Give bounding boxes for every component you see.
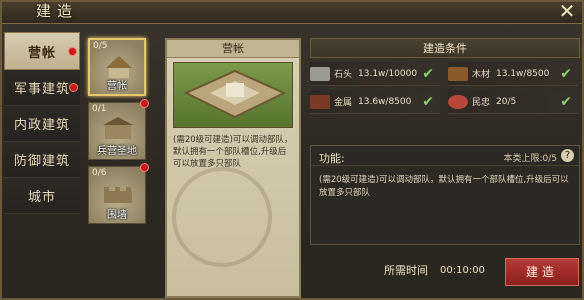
function-panel: 功能: 本类上限:0/5 ? (需20级可建造)可以调动部队，默认拥有一个部队槽… — [310, 145, 580, 245]
condition-value: 13.1w/8500 — [496, 68, 550, 79]
nav-item-camp[interactable]: 营帐 — [4, 32, 80, 70]
function-label: 功能: — [319, 152, 345, 165]
category-nav: 营帐 军事建筑 内政建筑 防御建筑 城市 — [4, 32, 80, 300]
wall-building-icon — [104, 187, 132, 203]
condition-value: 13.6w/8500 — [358, 96, 412, 107]
building-list: 0/5 营帐 0/1 兵营圣地 0/6 围墙 — [88, 38, 152, 230]
nav-item-label: 城市 — [27, 190, 56, 205]
time-label: 所需时间 — [384, 264, 428, 277]
close-button[interactable]: ✕ — [556, 0, 578, 22]
condition-label: 木材 — [472, 70, 491, 80]
building-preview-image — [173, 62, 293, 128]
building-card-wall[interactable]: 0/6 围墙 — [88, 163, 149, 224]
nav-item-label: 营帐 — [27, 45, 56, 61]
building-card-camp[interactable]: 0/5 营帐 — [88, 38, 146, 96]
camp-preview-icon — [183, 69, 287, 119]
building-card-barracks[interactable]: 0/1 兵营圣地 — [88, 99, 149, 160]
function-header: 功能: 本类上限:0/5 ? — [311, 146, 579, 166]
check-icon: ✔ — [560, 65, 572, 82]
conditions-panel: 建造条件 石头 13.1w/10000 ✔ 木材 13.1w/8500 ✔ 金属… — [310, 38, 580, 116]
condition-metal: 金属 13.6w/8500 ✔ — [310, 90, 440, 114]
help-icon[interactable]: ? — [561, 149, 574, 162]
build-window: 建造 ✕ 营帐 军事建筑 内政建筑 防御建筑 城市 0/5 营帐 0/1 兵营圣… — [0, 0, 584, 300]
detail-title: 营帐 — [167, 40, 299, 58]
notification-dot — [69, 83, 78, 92]
check-icon: ✔ — [422, 93, 434, 110]
window-title: 建造 — [36, 2, 79, 20]
nav-item-label: 军事建筑 — [13, 82, 70, 97]
conditions-grid: 石头 13.1w/10000 ✔ 木材 13.1w/8500 ✔ 金属 13.6… — [310, 60, 580, 116]
build-button[interactable]: 建造 — [505, 258, 579, 286]
condition-label: 金属 — [334, 98, 353, 108]
barracks-building-icon — [103, 117, 133, 139]
building-name: 营帐 — [107, 81, 127, 92]
detail-description: (需20级可建造)可以调动部队，默认拥有一个部队槽位,升级后可以放置多只部队 — [173, 135, 293, 169]
condition-wood: 木材 13.1w/8500 ✔ — [448, 62, 578, 86]
time-row: 所需时间 00:10:00 — [384, 262, 485, 278]
building-count: 0/6 — [92, 168, 107, 178]
nav-item-defense[interactable]: 防御建筑 — [4, 142, 80, 178]
notification-dot — [140, 99, 149, 108]
nav-item-military[interactable]: 军事建筑 — [4, 70, 80, 106]
check-icon: ✔ — [422, 65, 434, 82]
category-cap: 本类上限:0/5 — [503, 154, 557, 164]
check-icon: ✔ — [560, 93, 572, 110]
metal-icon — [310, 94, 330, 109]
watermark-emblem — [172, 167, 272, 267]
condition-value: 13.1w/10000 — [358, 68, 418, 79]
condition-stone: 石头 13.1w/10000 ✔ — [310, 62, 440, 86]
time-value: 00:10:00 — [440, 264, 485, 276]
conditions-header: 建造条件 — [310, 38, 580, 58]
nav-item-label: 防御建筑 — [13, 154, 70, 169]
condition-value: 20/5 — [496, 96, 517, 107]
building-count: 0/1 — [92, 104, 107, 114]
nav-item-city[interactable]: 城市 — [4, 178, 80, 214]
building-count: 0/5 — [93, 41, 108, 51]
condition-label: 石头 — [334, 70, 353, 80]
building-name: 围墙 — [107, 210, 127, 221]
notification-dot — [68, 46, 77, 56]
stone-icon — [310, 66, 330, 81]
building-name: 兵营圣地 — [97, 146, 137, 157]
camp-building-icon — [106, 56, 132, 78]
wood-icon — [448, 66, 468, 81]
title-bar: 建造 ✕ — [2, 0, 582, 24]
notification-dot — [140, 163, 149, 172]
loyalty-icon — [448, 94, 468, 109]
condition-loyalty: 民忠 20/5 ✔ — [448, 90, 578, 114]
function-description: (需20级可建造)可以调动部队，默认拥有一个部队槽位,升级后可以放置多只部队 — [319, 175, 569, 198]
nav-item-label: 内政建筑 — [13, 118, 70, 133]
nav-item-civil[interactable]: 内政建筑 — [4, 106, 80, 142]
condition-label: 民忠 — [472, 98, 491, 108]
